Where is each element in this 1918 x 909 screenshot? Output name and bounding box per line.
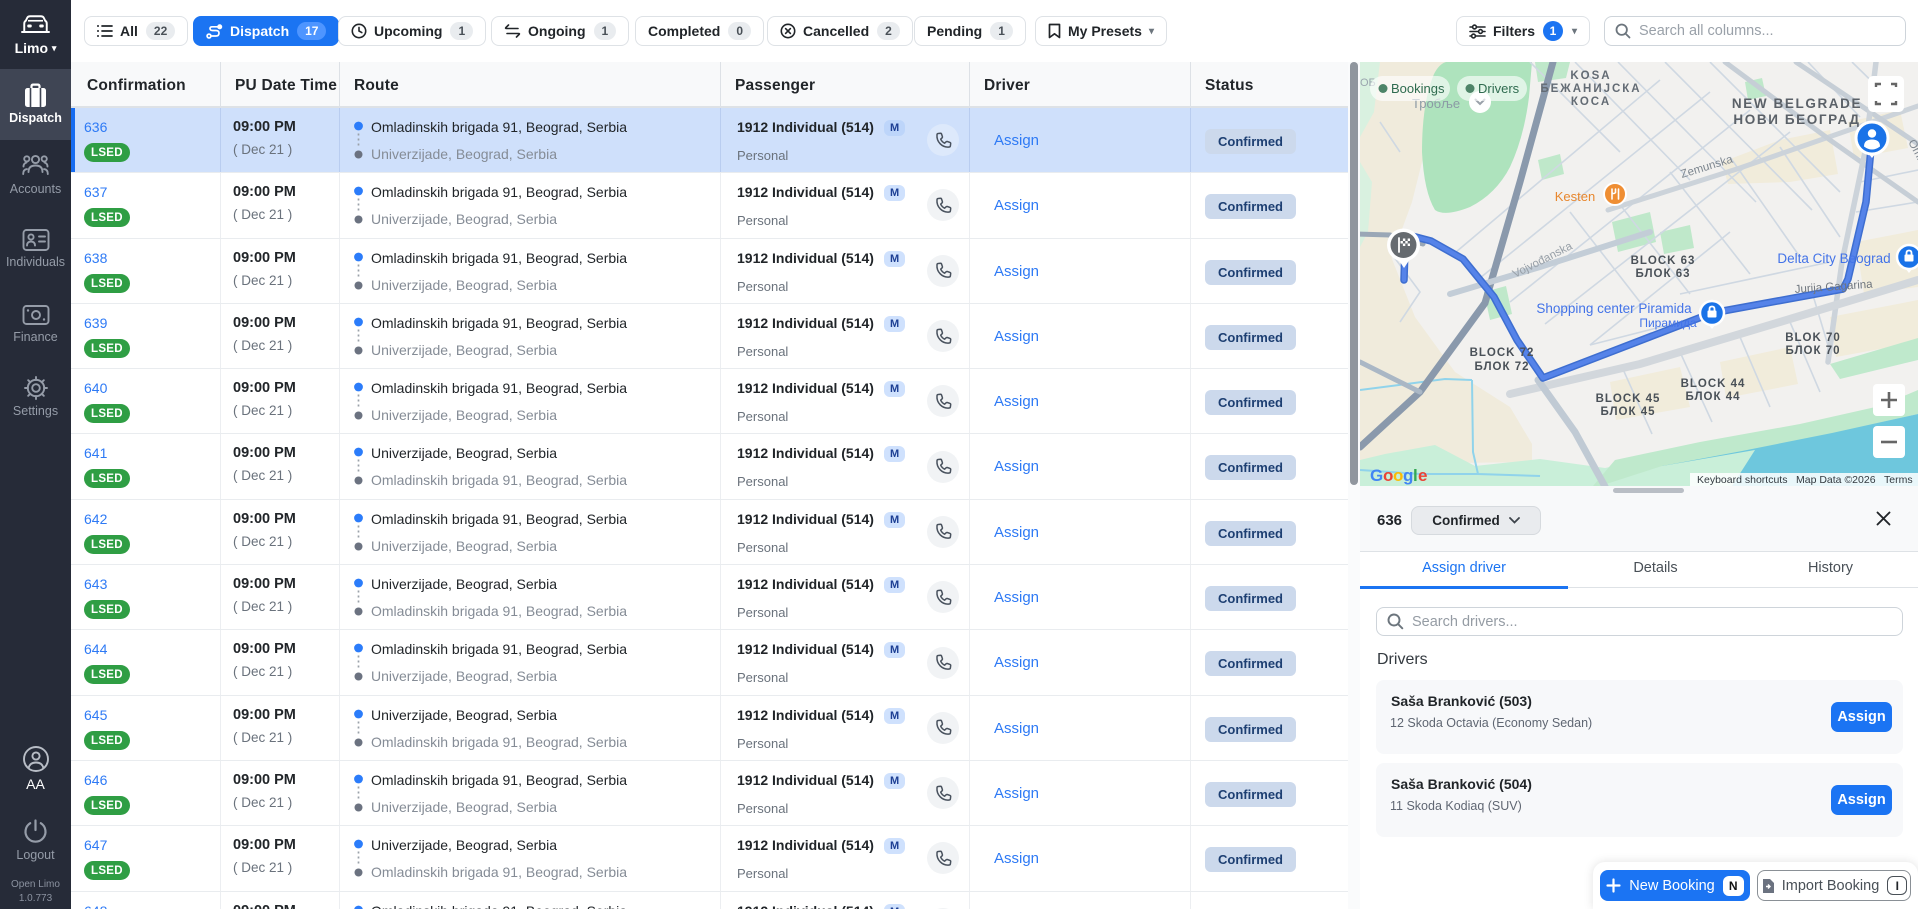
svg-text:КОСА: КОСА — [1571, 96, 1611, 108]
svg-text:БЛОК 70: БЛОК 70 — [1786, 345, 1841, 357]
svg-text:БЛОК 63: БЛОК 63 — [1636, 268, 1691, 280]
svg-text:Kesten: Kesten — [1555, 189, 1595, 204]
svg-text:NEW BELGRADE: NEW BELGRADE — [1732, 96, 1862, 111]
svg-text:Terms: Terms — [1884, 474, 1913, 486]
svg-text:BLOCK 44: BLOCK 44 — [1681, 378, 1746, 390]
svg-text:BLOK 70: BLOK 70 — [1785, 332, 1841, 344]
svg-text:KOSA: KOSA — [1570, 70, 1611, 82]
svg-text:BLOCK 45: BLOCK 45 — [1596, 393, 1661, 405]
svg-text:g: g — [1403, 466, 1413, 485]
svg-text:НОВИ БЕОГРАД: НОВИ БЕОГРАД — [1733, 112, 1860, 127]
svg-text:Bookings: Bookings — [1391, 81, 1445, 96]
svg-text:Shopping center Piramida: Shopping center Piramida — [1536, 301, 1692, 316]
svg-text:G: G — [1370, 466, 1383, 485]
svg-text:o: o — [1383, 466, 1393, 485]
svg-text:БЛОК 44: БЛОК 44 — [1686, 391, 1741, 403]
svg-text:o: o — [1393, 466, 1403, 485]
svg-text:BLOCK 72: BLOCK 72 — [1470, 347, 1535, 359]
svg-text:БЛОК 45: БЛОК 45 — [1601, 406, 1656, 418]
svg-text:Пирамида: Пирамида — [1639, 316, 1697, 330]
svg-text:BLOCK 63: BLOCK 63 — [1631, 255, 1696, 267]
svg-text:Keyboard shortcuts: Keyboard shortcuts — [1697, 474, 1787, 486]
svg-text:Delta City Beograd: Delta City Beograd — [1777, 251, 1890, 266]
svg-text:e: e — [1418, 466, 1427, 485]
svg-text:БЛОК 72: БЛОК 72 — [1475, 361, 1530, 373]
svg-text:Map Data ©2026: Map Data ©2026 — [1796, 474, 1876, 486]
svg-text:Drivers: Drivers — [1478, 81, 1520, 96]
svg-text:БЕЖАНИЈСКА: БЕЖАНИЈСКА — [1540, 83, 1641, 95]
